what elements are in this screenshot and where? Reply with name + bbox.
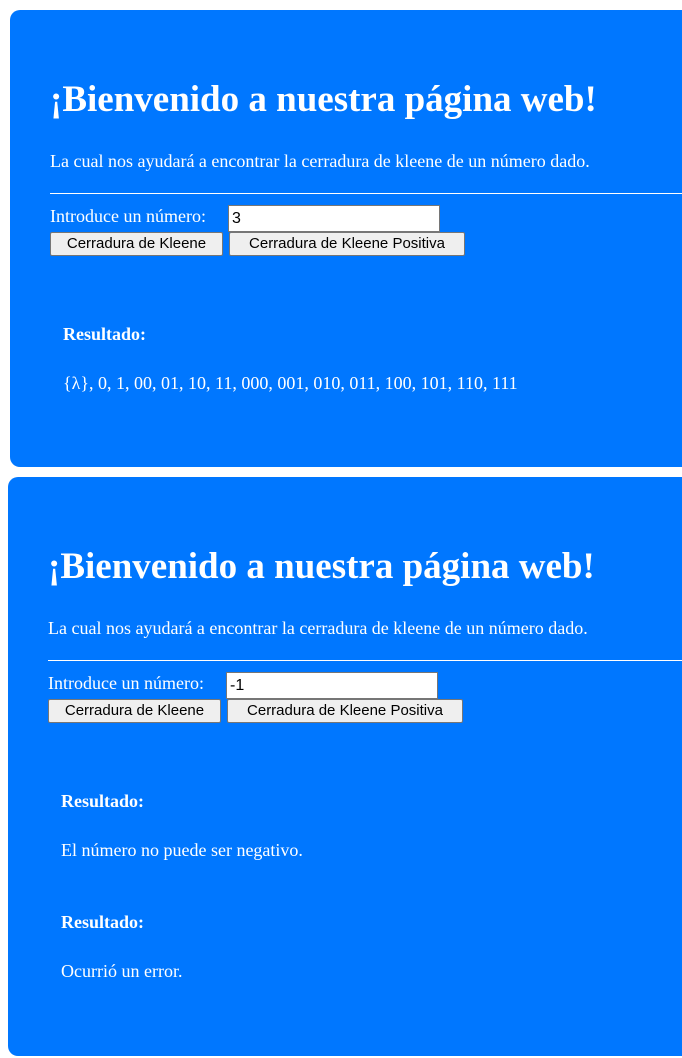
kleene-positive-closure-button[interactable]: Cerradura de Kleene Positiva (229, 232, 465, 256)
kleene-positive-closure-button[interactable]: Cerradura de Kleene Positiva (227, 699, 463, 723)
divider (48, 660, 682, 661)
number-input[interactable] (228, 205, 440, 232)
page-subtitle: La cual nos ayudará a encontrar la cerra… (50, 151, 590, 171)
kleene-closure-button[interactable]: Cerradura de Kleene (48, 699, 221, 723)
page-subtitle: La cual nos ayudará a encontrar la cerra… (48, 618, 588, 638)
result-text: {λ}, 0, 1, 00, 01, 10, 11, 000, 001, 010… (63, 373, 518, 393)
result-text: El número no puede ser negativo. (61, 840, 303, 860)
result-heading: Resultado: (61, 791, 145, 811)
result-heading: Resultado: (63, 324, 147, 344)
kleene-panel-1: ¡Bienvenido a nuestra página web! La cua… (10, 10, 682, 467)
number-input-label: Introduce un número: (50, 206, 206, 226)
divider (50, 193, 682, 194)
page-title: ¡Bienvenido a nuestra página web! (50, 79, 597, 120)
number-input[interactable] (226, 672, 438, 699)
kleene-closure-button[interactable]: Cerradura de Kleene (50, 232, 223, 256)
number-input-label: Introduce un número: (48, 673, 204, 693)
page-title: ¡Bienvenido a nuestra página web! (48, 546, 595, 587)
result-text: Ocurrió un error. (61, 961, 183, 981)
result-heading: Resultado: (61, 912, 145, 932)
kleene-panel-2: ¡Bienvenido a nuestra página web! La cua… (8, 477, 682, 1056)
